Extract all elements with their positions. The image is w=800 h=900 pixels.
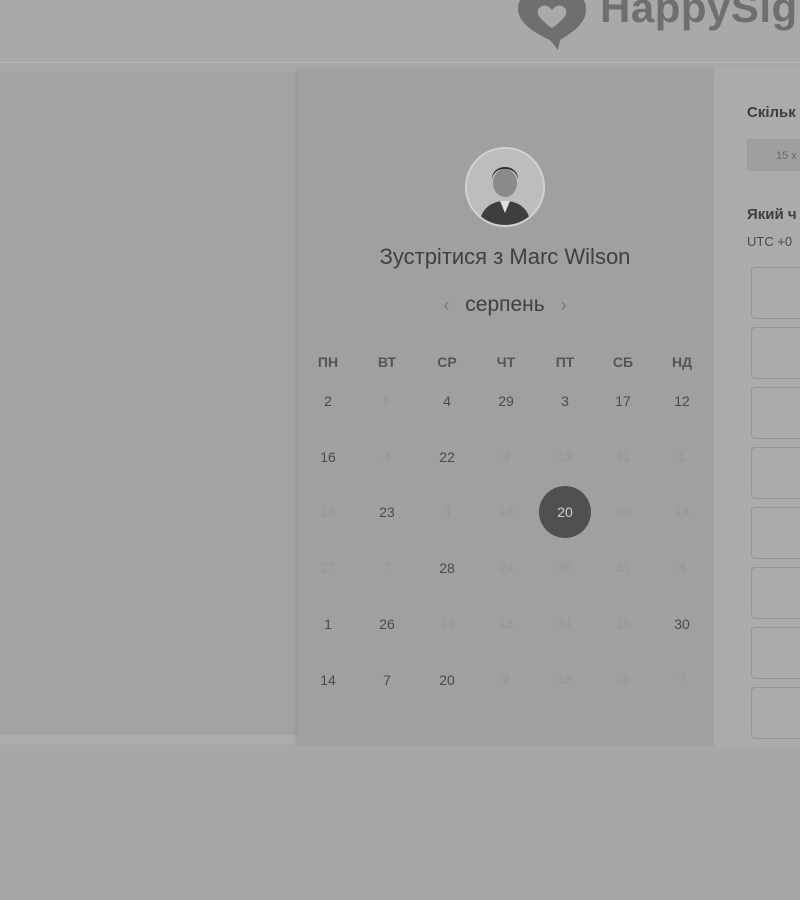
calendar-day[interactable]: 12 [662,386,702,416]
calendar-day[interactable]: 31 [603,442,643,472]
calendar-day[interactable]: 30 [662,609,702,639]
time-slot-button[interactable] [751,507,800,559]
calendar-day[interactable]: 7 [662,665,702,695]
calendar-day[interactable]: 2 [308,386,348,416]
timezone-label[interactable]: UTC +0 [747,234,792,249]
calendar-day[interactable]: 29 [603,665,643,695]
time-slot-button[interactable] [751,567,800,619]
calendar-day[interactable]: 3 [427,497,467,527]
calendar-day[interactable]: 29 [486,386,526,416]
page-footer-area [0,746,800,900]
weekday-header: ВТ [377,354,397,370]
calendar-day[interactable]: 18 [545,665,585,695]
speech-bubble-heart-icon[interactable] [512,0,592,58]
calendar-day[interactable]: 13 [486,609,526,639]
calendar-day[interactable]: 4 [427,386,467,416]
month-label: серпень [465,293,545,316]
calendar-day[interactable]: 14 [308,497,348,527]
calendar-day[interactable]: 16 [308,442,348,472]
calendar-day[interactable]: 13 [545,442,585,472]
avatar [465,147,545,227]
person-photo-icon [467,149,543,225]
calendar-day[interactable]: 14 [662,497,702,527]
chevron-left-icon[interactable]: ‹ [443,295,449,316]
calendar-day[interactable]: 17 [603,386,643,416]
calendar-day[interactable]: 16 [486,497,526,527]
time-slot-button[interactable] [751,627,800,679]
time-slot-button[interactable] [751,687,800,739]
calendar-day[interactable]: 7 [367,553,407,583]
calendar-day[interactable]: 15 [603,609,643,639]
brand-name[interactable]: HappySig [600,0,798,32]
weekday-header: СБ [612,354,634,370]
left-panel-divider [0,735,300,743]
calendar-day[interactable]: 31 [603,553,643,583]
month-navigation: ‹ серпень › [297,292,713,318]
calendar-day[interactable]: 20 [603,497,643,527]
time-slot-button[interactable] [751,327,800,379]
calendar-day[interactable]: 3 [486,442,526,472]
calendar-day[interactable]: 24 [486,553,526,583]
calendar-day[interactable]: 22 [427,442,467,472]
chevron-right-icon[interactable]: › [561,295,567,316]
calendar-day[interactable]: 20 [427,665,467,695]
calendar-day[interactable]: 23 [367,497,407,527]
calendar-day[interactable]: 25 [545,553,585,583]
calendar-day[interactable]: 27 [308,553,348,583]
calendar-day[interactable]: 6 [367,386,407,416]
time-selection-panel: Скільк 15 х Який ч UTC +0 [714,68,800,746]
weekday-header: ПТ [555,354,575,370]
duration-label: Скільк [747,104,796,121]
calendar-day[interactable]: 9 [486,665,526,695]
time-slot-button[interactable] [751,267,800,319]
meeting-title: Зустрітися з Marc Wilson [379,244,631,269]
calendar-day[interactable]: 28 [427,553,467,583]
calendar-day[interactable]: 1 [308,609,348,639]
time-slot-button[interactable] [751,447,800,499]
calendar-day[interactable]: 31 [545,609,585,639]
calendar-day[interactable]: 26 [367,609,407,639]
time-slot-button[interactable] [751,387,800,439]
calendar-day-selected[interactable]: 20 [539,486,591,538]
calendar-day[interactable]: 4 [367,442,407,472]
calendar-day[interactable]: 14 [427,609,467,639]
weekday-header: ЧТ [496,354,516,370]
calendar-panel: Зустрітися з Marc Wilson ‹ серпень › ПН В… [297,68,713,746]
calendar-day[interactable]: 4 [662,553,702,583]
weekday-header: СР [437,354,457,370]
left-panel [0,72,300,742]
calendar-day[interactable]: 14 [308,665,348,695]
calendar-day[interactable]: 1 [662,442,702,472]
time-label: Який ч [747,206,797,223]
calendar-day[interactable]: 7 [367,665,407,695]
weekday-header: НД [671,354,693,370]
calendar-day[interactable]: 3 [545,386,585,416]
weekday-header: ПН [317,354,339,370]
top-header: HappySig [0,0,800,63]
duration-select[interactable]: 15 х [747,139,800,171]
